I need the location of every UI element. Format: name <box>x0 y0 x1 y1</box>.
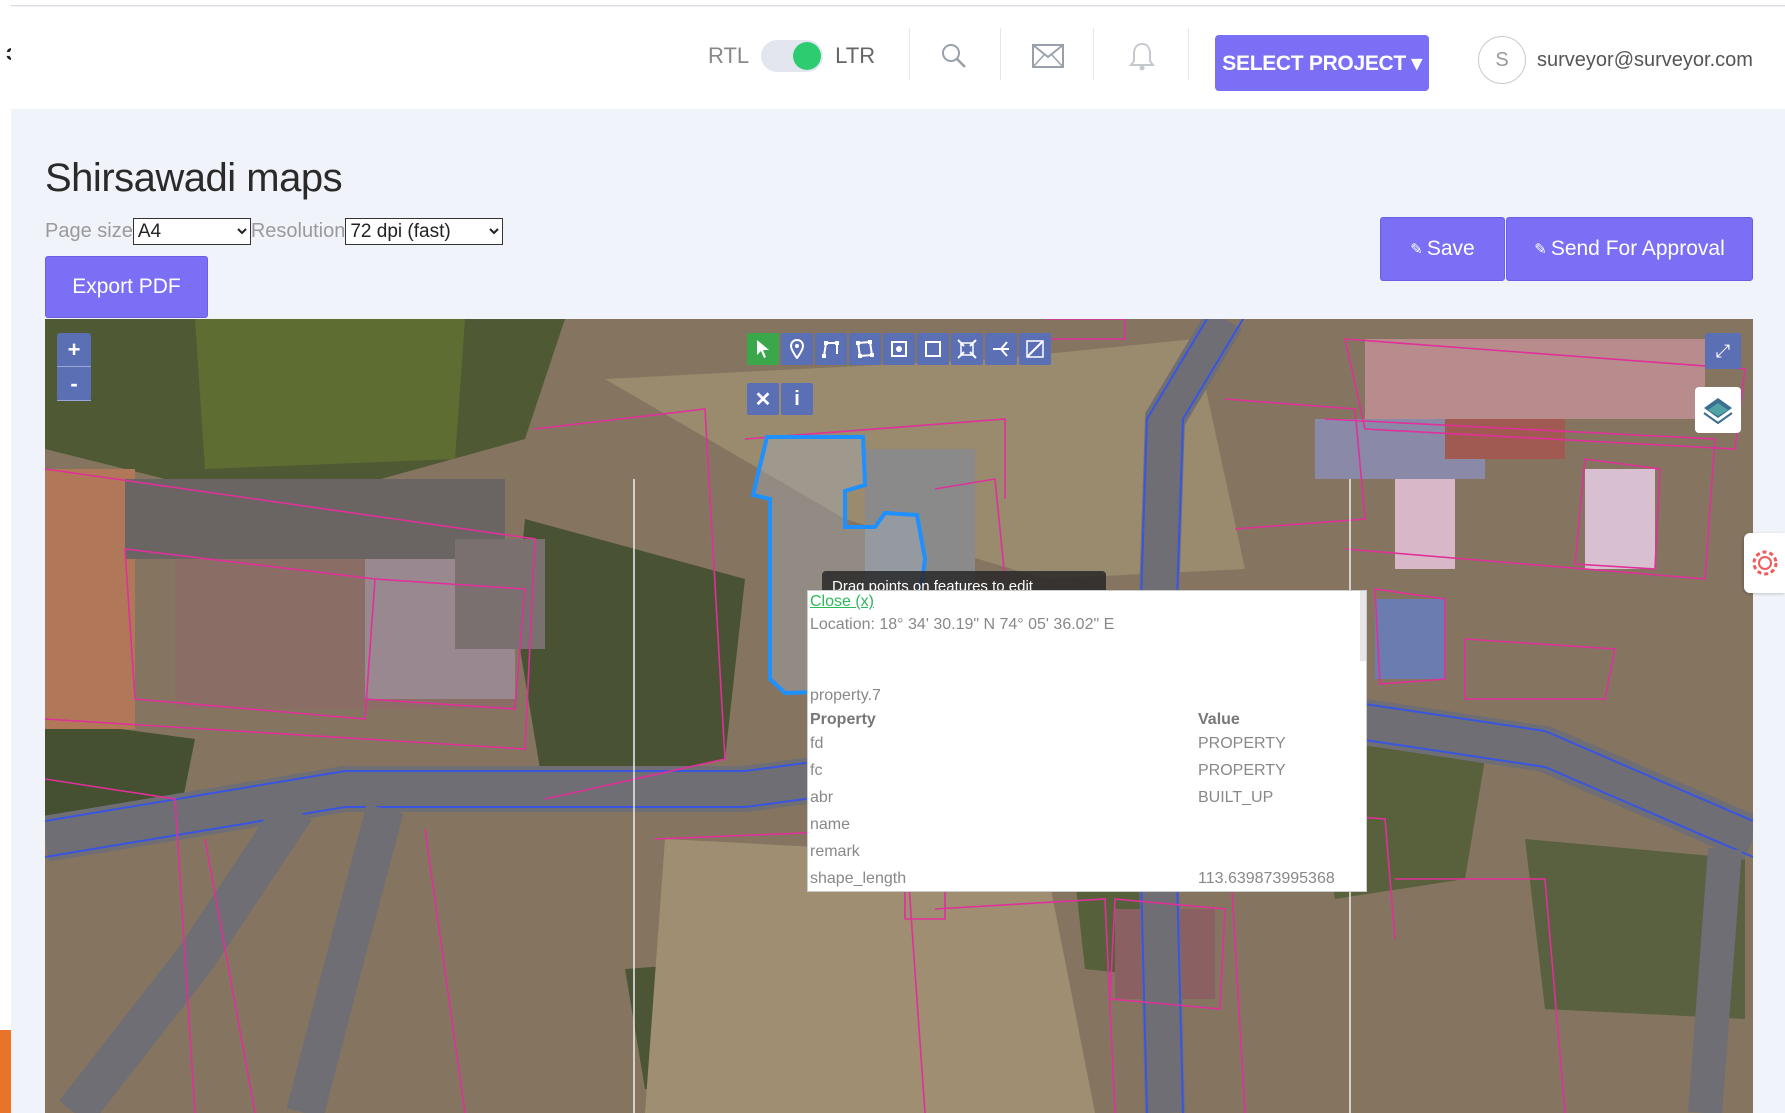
attribute-row: shape_length 113.639873995368 <box>810 870 1362 891</box>
search-icon[interactable] <box>936 38 972 74</box>
page-size-select[interactable]: A4 <box>132 218 251 245</box>
zoom-control: + - <box>57 333 91 401</box>
popup-location: Location: 18° 34' 30.19" N 74° 05' 36.02… <box>810 616 1115 633</box>
direction-toggle[interactable]: RTL LTR <box>708 38 875 74</box>
attribute-row: abr BUILT_UP <box>810 789 1362 816</box>
divider <box>909 28 910 80</box>
draw-toolbar-secondary: ✕ i <box>747 383 813 415</box>
save-label: Save <box>1426 237 1475 260</box>
fullscreen-icon[interactable]: ⤢ <box>1705 333 1741 369</box>
feature-info-popup: Close (x) Location: 18° 34' 30.19" N 74°… <box>807 590 1367 892</box>
draw-rectangle-icon[interactable] <box>917 333 949 365</box>
switch-knob <box>793 42 822 70</box>
popup-feature-id: property.7 <box>810 687 881 704</box>
attribute-key: abr <box>810 789 834 806</box>
attribute-table-header: Property Value <box>810 711 1362 735</box>
direction-switch[interactable] <box>761 40 824 72</box>
popup-close-link[interactable]: Close (x) <box>810 593 874 611</box>
attribute-table: Property Value fd PROPERTY fc PROPERTY abr… <box>810 711 1362 891</box>
attribute-row: name <box>810 816 1362 843</box>
settings-gear-icon[interactable] <box>1744 533 1785 593</box>
approval-label: Send For Approval <box>1550 237 1725 260</box>
attribute-row: remark <box>810 843 1362 870</box>
resolution-select[interactable]: 72 dpi (fast) <box>345 218 504 245</box>
header-property: Property <box>810 711 876 728</box>
divider <box>1093 28 1094 80</box>
attribute-key: shape_length <box>810 870 907 887</box>
attribute-key: name <box>810 816 851 833</box>
layers-icon[interactable] <box>1695 387 1741 433</box>
page-size-label: Page size <box>45 220 133 242</box>
export-options: Page size A4 Resolution 72 dpi (fast) <box>45 218 504 245</box>
zoom-in-button[interactable]: + <box>57 333 91 367</box>
popup-scrollbar[interactable] <box>1360 591 1366 661</box>
orange-edge <box>0 1030 11 1113</box>
save-button[interactable]: ✎ Save <box>1380 217 1505 281</box>
cut-icon[interactable] <box>1019 333 1051 365</box>
export-pdf-button[interactable]: Export PDF <box>45 256 208 318</box>
left-edge: ɔ <box>0 0 18 1113</box>
mail-icon[interactable] <box>1030 38 1066 74</box>
attribute-key: fd <box>810 735 824 752</box>
page-title: Shirsawadi maps <box>45 156 343 200</box>
bell-icon[interactable] <box>1124 38 1160 74</box>
edit-icon: ✎ <box>1534 241 1547 258</box>
select-project-button[interactable]: SELECT PROJECT ▾ <box>1215 35 1429 91</box>
attribute-value: PROPERTY <box>1198 735 1286 752</box>
select-pointer-icon[interactable] <box>747 333 779 365</box>
attribute-row: fd PROPERTY <box>810 735 1362 762</box>
map-marker-icon[interactable] <box>781 333 813 365</box>
delete-icon[interactable]: ✕ <box>747 383 779 415</box>
split-icon[interactable] <box>985 333 1017 365</box>
send-for-approval-button[interactable]: ✎ Send For Approval <box>1506 217 1753 281</box>
attribute-key: remark <box>810 843 860 860</box>
attribute-key: fc <box>810 762 823 779</box>
draw-toolbar <box>747 333 1051 365</box>
divider <box>1188 28 1189 80</box>
avatar[interactable]: S <box>1478 36 1526 84</box>
draw-polygon-icon[interactable] <box>849 333 881 365</box>
info-icon[interactable]: i <box>781 383 813 415</box>
zoom-out-button[interactable]: - <box>57 367 91 401</box>
resolution-label: Resolution <box>250 220 346 242</box>
edit-vertices-icon[interactable] <box>883 333 915 365</box>
attribute-value: PROPERTY <box>1198 762 1286 779</box>
scale-icon[interactable] <box>951 333 983 365</box>
attribute-row: fc PROPERTY <box>810 762 1362 789</box>
map-canvas[interactable]: + - ✕ i ⤢ Drag points on features to edi… <box>45 319 1753 1113</box>
draw-line-icon[interactable] <box>815 333 847 365</box>
header-value: Value <box>1198 711 1240 728</box>
top-border <box>0 0 1785 6</box>
attribute-value: BUILT_UP <box>1198 789 1274 806</box>
edit-icon: ✎ <box>1410 241 1423 258</box>
divider <box>1000 28 1001 80</box>
user-email[interactable]: surveyor@surveyor.com <box>1537 49 1753 72</box>
ltr-label: LTR <box>835 43 876 68</box>
attribute-value: 113.639873995368 <box>1198 870 1335 887</box>
rtl-label: RTL <box>708 43 750 68</box>
